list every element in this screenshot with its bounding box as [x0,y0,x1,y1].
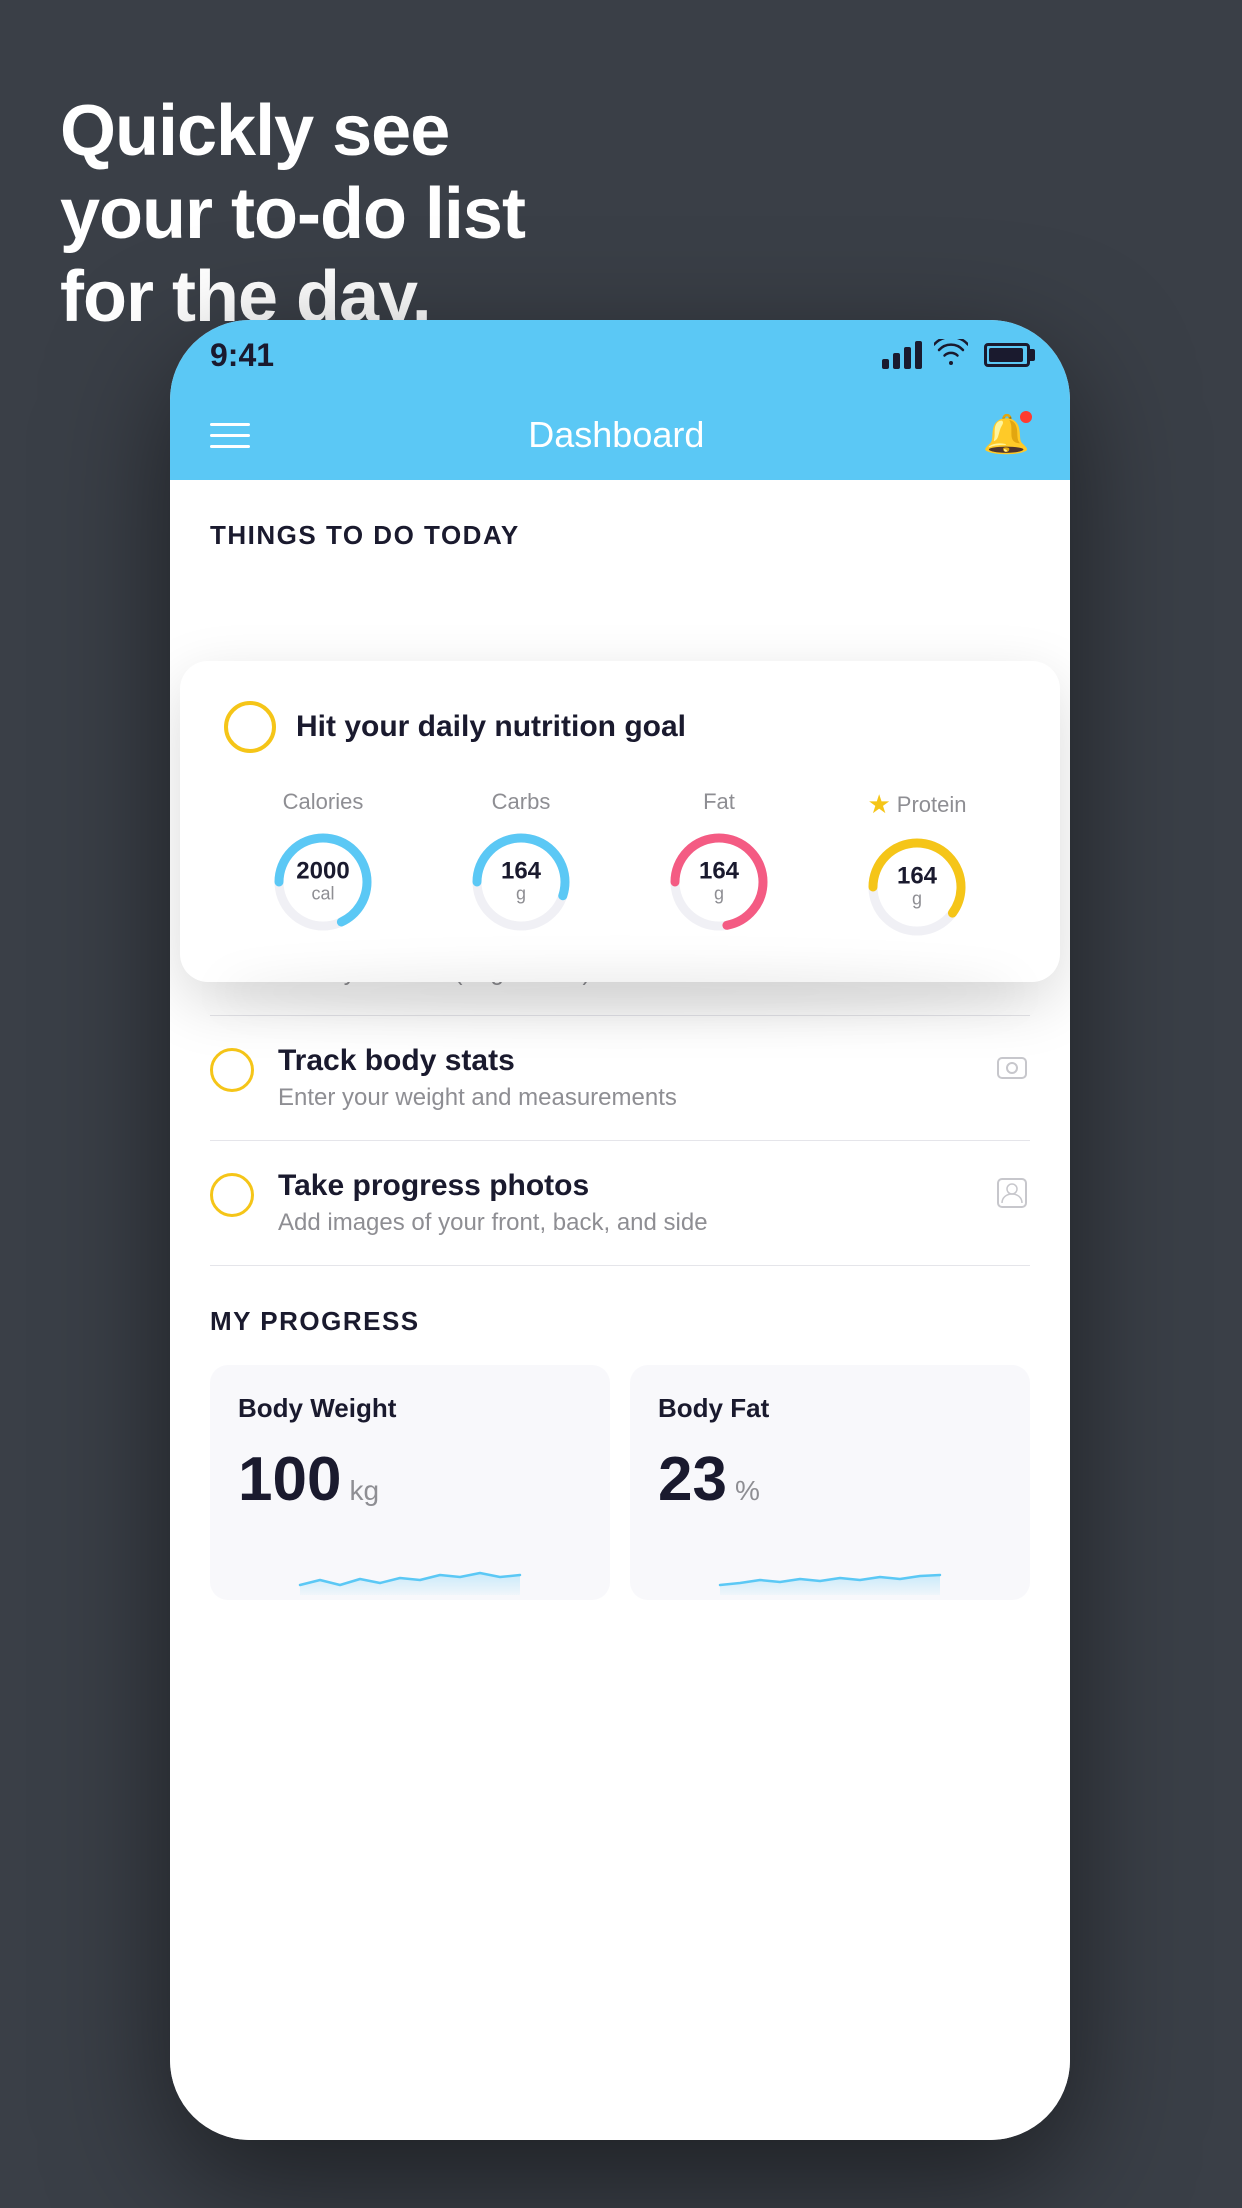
notification-dot [1018,409,1034,425]
macro-ring: 2000 cal [268,827,378,937]
macro-ring: 164 g [664,827,774,937]
macro-unit: g [501,884,541,905]
macro-label: Fat [703,789,735,815]
progress-unit: kg [349,1475,379,1507]
protein-star-icon: ★ [867,789,890,820]
nav-title: Dashboard [528,414,704,456]
progress-number: 100 [238,1444,341,1515]
progress-heading: MY PROGRESS [210,1306,1030,1337]
hamburger-menu[interactable] [210,423,250,448]
macro-item-protein: ★ Protein 164 g [862,789,972,942]
phone-mockup: 9:41 [170,320,1070,2140]
macro-value: 164 [699,860,739,884]
progress-card-title: Body Weight [238,1393,582,1424]
macro-label: Carbs [492,789,551,815]
progress-number: 23 [658,1444,727,1515]
wifi-icon [934,339,968,372]
macro-ring: 164 g [466,827,576,937]
todo-item-icon [994,1050,1030,1095]
status-bar: 9:41 [170,320,1070,390]
nutrition-card: Hit your daily nutrition goal Calories 2… [180,661,1060,982]
signal-icon [882,341,922,369]
hero-text: Quickly see your to-do list for the day. [60,90,525,338]
todo-item[interactable]: Take progress photos Add images of your f… [210,1141,1030,1266]
todo-item[interactable]: Track body stats Enter your weight and me… [210,1016,1030,1141]
macro-value: 164 [501,860,541,884]
macro-ring: 164 g [862,832,972,942]
hero-line1: Quickly see [60,90,525,173]
progress-card-title: Body Fat [658,1393,1002,1424]
todo-title: Track body stats [278,1044,970,1078]
progress-cards: Body Weight 100kg Body Fat 23% [210,1365,1030,1600]
battery-icon [984,343,1030,367]
progress-unit: % [735,1475,760,1507]
macro-label: Protein [897,792,967,818]
sparkline [238,1535,582,1595]
macro-item-calories: Calories 2000 cal [268,789,378,937]
progress-section: MY PROGRESS Body Weight 100kg Body Fat 23% [170,1266,1070,1620]
todo-subtitle: Enter your weight and measurements [278,1084,970,1112]
todo-title: Take progress photos [278,1169,970,1203]
hero-line2: your to-do list [60,173,525,256]
macro-unit: g [897,889,937,910]
macro-unit: g [699,884,739,905]
macro-unit: cal [296,884,349,905]
macro-value: 2000 [296,860,349,884]
nutrition-card-header: Hit your daily nutrition goal [224,701,1016,753]
todo-checkbox[interactable] [210,1173,254,1217]
todo-checkbox[interactable] [210,1048,254,1092]
things-to-do-heading: THINGS TO DO TODAY [170,480,1070,571]
phone-content: THINGS TO DO TODAY Hit your daily nutrit… [170,480,1070,2140]
nutrition-status-circle [224,701,276,753]
nav-bar: Dashboard 🔔 [170,390,1070,480]
notification-bell[interactable]: 🔔 [983,413,1030,457]
nutrition-card-title: Hit your daily nutrition goal [296,710,686,744]
macro-item-carbs: Carbs 164 g [466,789,576,937]
macro-value: 164 [897,865,937,889]
macro-row: Calories 2000 cal Carbs 164 g Fat 164 g … [224,789,1016,942]
todo-item-icon [994,1175,1030,1220]
status-icons [882,339,1030,372]
macro-label: Calories [283,789,364,815]
macro-item-fat: Fat 164 g [664,789,774,937]
todo-subtitle: Add images of your front, back, and side [278,1209,970,1237]
progress-card[interactable]: Body Weight 100kg [210,1365,610,1600]
status-time: 9:41 [210,337,274,374]
progress-card[interactable]: Body Fat 23% [630,1365,1030,1600]
sparkline [658,1535,1002,1595]
